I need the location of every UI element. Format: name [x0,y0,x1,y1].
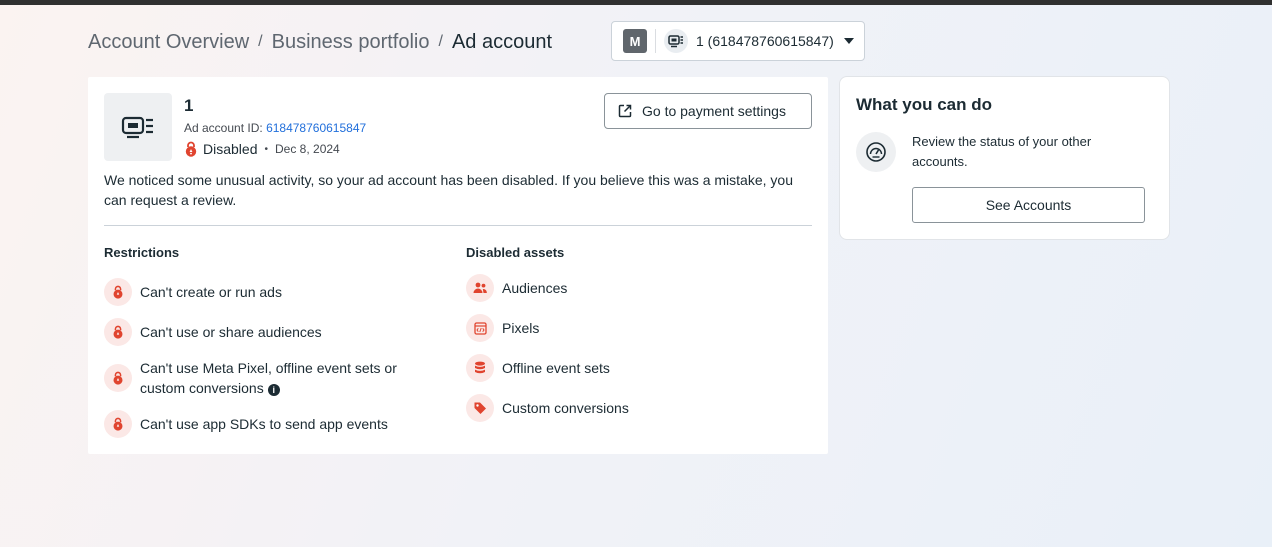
status-separator: • [264,143,268,155]
asset-label: Pixels [502,320,540,336]
asset-label: Custom conversions [502,400,629,416]
restriction-label: Can't create or run ads [140,284,282,300]
lock-icon [104,410,132,438]
lock-icon [104,278,132,306]
info-icon[interactable]: i [267,384,280,396]
external-link-icon [618,104,632,118]
code-icon [466,314,494,342]
account-status-row: Disabled • Dec 8, 2024 [184,139,340,159]
divider [655,29,656,53]
account-id-link[interactable]: 618478760615847 [266,121,366,135]
payment-settings-button[interactable]: Go to payment settings [604,93,812,129]
disabled-asset-item: Offline event sets [466,354,610,382]
people-icon [466,274,494,302]
restriction-item: Can't create or run ads [104,278,282,306]
lock-icon [104,364,132,392]
tag-icon [466,394,494,422]
ad-account-icon [664,29,688,53]
breadcrumb-separator: / [258,33,263,50]
breadcrumb-current: Ad account [451,30,553,53]
restriction-item: Can't use or share audiences [104,318,322,346]
lock-icon [184,141,198,157]
disabled-asset-item: Audiences [466,274,567,302]
see-accounts-button[interactable]: See Accounts [912,187,1145,223]
restrictions-title: Restrictions [104,245,180,260]
status-date: Dec 8, 2024 [275,142,340,156]
breadcrumb-business-portfolio[interactable]: Business portfolio [272,31,430,54]
asset-label: Offline event sets [502,360,610,376]
chevron-down-icon [843,38,854,44]
top-bar [0,0,1272,5]
account-name: 1 [184,96,194,115]
breadcrumb: Account Overview / Business portfolio / … [88,29,552,55]
asset-label: Audiences [502,280,568,296]
payment-settings-label: Go to payment settings [642,103,786,119]
account-id-row: Ad account ID: 618478760615847 [184,121,366,135]
panel-description: Review the status of your other accounts… [912,134,1092,169]
account-selector[interactable]: M 1 (618478760615847) [611,21,865,61]
account-id-label: Ad account ID: [184,121,263,135]
gauge-icon [856,132,896,172]
disabled-asset-item: Custom conversions [466,394,629,422]
panel-title: What you can do [856,95,992,114]
what-you-can-do-panel: What you can do Review the status of you… [839,76,1170,240]
status-badge: Disabled [203,141,258,157]
database-icon [466,354,494,382]
lock-icon [104,318,132,346]
disabled-asset-item: Pixels [466,314,539,342]
breadcrumb-account-overview[interactable]: Account Overview [88,31,249,54]
divider [104,225,812,226]
disabled-notice: We noticed some unusual activity, so you… [104,172,793,208]
restriction-label: Can't use app SDKs to send app events [140,416,388,432]
ad-account-icon [104,93,172,161]
breadcrumb-separator: / [438,33,443,50]
restriction-item: Can't use app SDKs to send app events [104,410,388,438]
account-status-card: 1 Ad account ID: 618478760615847 Disable… [88,77,828,454]
disabled-assets-title: Disabled assets [466,245,565,260]
business-avatar: M [623,29,647,53]
restriction-label: Can't use or share audiences [140,324,322,340]
account-selector-label: 1 (618478760615847) [696,33,834,49]
restriction-item: Can't use Meta Pixel, offline event sets… [104,358,424,398]
